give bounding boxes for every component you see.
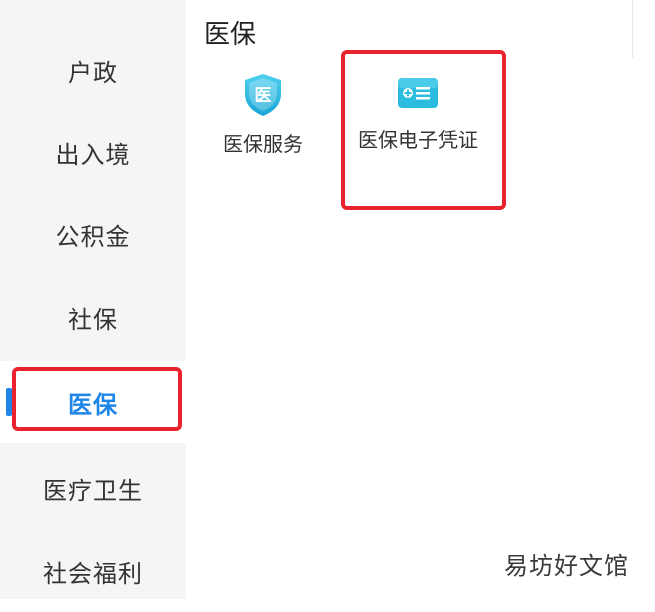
divider bbox=[632, 0, 633, 58]
sidebar-item-label: 社会福利 bbox=[43, 559, 143, 588]
sidebar-item-label: 公积金 bbox=[55, 222, 131, 251]
service-label: 医保电子凭证 bbox=[358, 128, 478, 152]
active-indicator bbox=[6, 388, 12, 416]
service-medical-e-voucher[interactable]: 医保电子凭证 bbox=[343, 74, 493, 154]
sidebar-item-social-welfare[interactable]: 社会福利 bbox=[0, 530, 186, 612]
sidebar-item-label: 医疗卫生 bbox=[43, 476, 143, 505]
svg-text:医: 医 bbox=[255, 86, 272, 106]
medical-insurance-shield-icon: 医 bbox=[241, 72, 285, 118]
service-medical-insurance[interactable]: 医 医保服务 bbox=[188, 72, 338, 158]
sidebar-item-label: 医保 bbox=[68, 390, 118, 419]
service-label: 医保服务 bbox=[223, 132, 303, 156]
app-screen: 户政 出入境 公积金 社保 医保 医疗卫生 社会福利 医保 医 医保服务 医保电… bbox=[0, 0, 655, 599]
sidebar-item-housing-fund[interactable]: 公积金 bbox=[0, 193, 186, 275]
sidebar-item-label: 出入境 bbox=[55, 140, 131, 169]
sidebar-item-medical-insurance[interactable]: 医保 bbox=[0, 361, 186, 443]
sidebar-item-entry-exit[interactable]: 出入境 bbox=[0, 111, 186, 193]
sidebar-item-social-security[interactable]: 社保 bbox=[0, 276, 186, 358]
watermark: 易坊好文馆 bbox=[504, 552, 629, 580]
medical-e-voucher-card-icon bbox=[396, 76, 440, 110]
category-sidebar: 户政 出入境 公积金 社保 医保 医疗卫生 社会福利 bbox=[0, 0, 186, 599]
sidebar-item-label: 户政 bbox=[68, 58, 118, 87]
sidebar-item-healthcare[interactable]: 医疗卫生 bbox=[0, 447, 186, 529]
sidebar-item-label: 社保 bbox=[68, 305, 118, 334]
sidebar-item-household[interactable]: 户政 bbox=[0, 29, 186, 111]
section-title: 医保 bbox=[204, 20, 257, 50]
